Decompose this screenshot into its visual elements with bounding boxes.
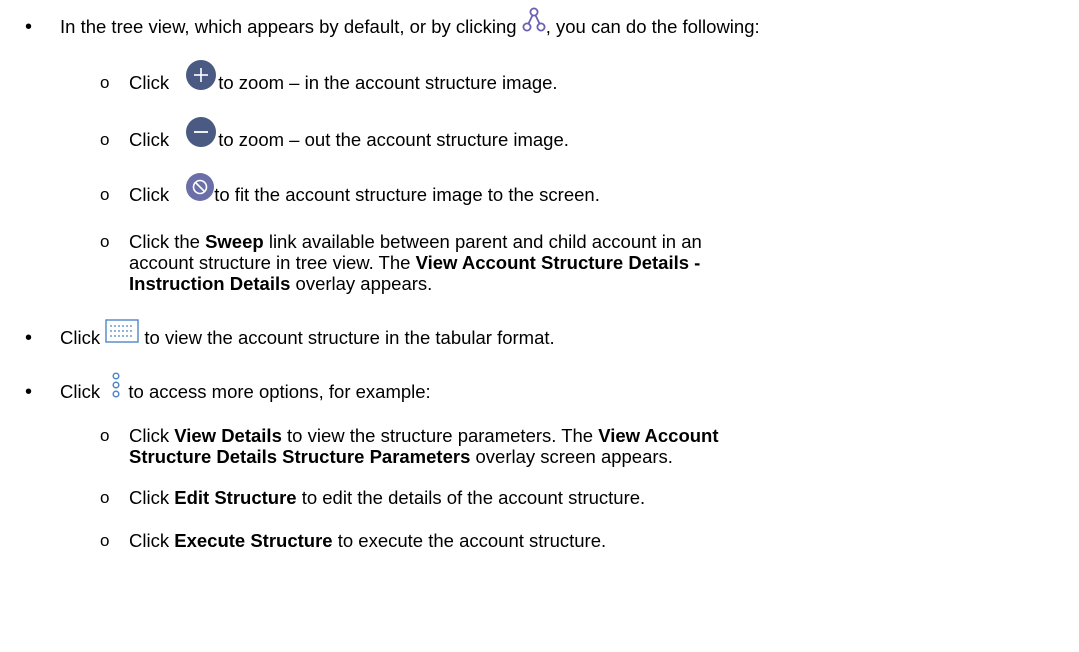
zoom-out-icon[interactable]: [186, 117, 217, 153]
sub-bullet-marker: o: [100, 531, 110, 550]
vd-l1c: to view the structure parameters. The: [281, 425, 599, 446]
tabular-paragraph: Click to view the account structure in t…: [60, 319, 555, 350]
sweep-paragraph-line-3: Instruction Details overlay appears.: [129, 272, 432, 296]
sub-bullet-marker: o: [100, 130, 110, 149]
fit-click: Click: [129, 184, 175, 205]
bullet-marker: •: [25, 381, 33, 403]
vd-l1b: View Details: [174, 425, 282, 446]
bullet-marker: •: [25, 327, 33, 349]
tree-view-text-prefix: In the tree view, which appears by defau…: [60, 16, 522, 37]
sub-bullet-marker: o: [100, 426, 110, 445]
tree-view-icon[interactable]: [522, 7, 546, 39]
vd-l1d: View Account: [598, 425, 719, 446]
tabular-click: Click: [60, 327, 106, 348]
edit-c: to edit the details of the account struc…: [296, 487, 646, 508]
vd-l2b: Structure Details Structure Parameters: [129, 446, 471, 467]
zoom-in-paragraph: Click to zoom – in the account structure…: [129, 60, 558, 96]
sweep-l2a: account structure in tree view. The: [129, 252, 416, 273]
tabular-suffix: to view the account structure in the tab…: [139, 327, 555, 348]
vd-l2c: overlay screen appears.: [470, 446, 673, 467]
bullet-marker: •: [25, 16, 33, 38]
zoom-out-paragraph: Click to zoom – out the account structur…: [129, 117, 569, 153]
zoom-in-icon[interactable]: [186, 60, 217, 96]
more-options-icon[interactable]: [111, 372, 121, 404]
sweep-l3c: overlay appears.: [290, 273, 433, 294]
edit-b: Edit Structure: [174, 487, 297, 508]
edit-a: Click: [129, 487, 175, 508]
sub-bullet-marker: o: [100, 232, 110, 251]
execute-paragraph: Click Execute Structure to execute the a…: [129, 529, 606, 553]
sub-bullet-marker: o: [100, 185, 110, 204]
zoom-in-suffix: to zoom – in the account structure image…: [218, 72, 558, 93]
fit-suffix: to fit the account structure image to th…: [214, 184, 600, 205]
sweep-l1c: link available between parent and child …: [263, 231, 702, 252]
zoom-out-click: Click: [129, 129, 175, 150]
tree-view-text-suffix: , you can do the following:: [545, 16, 760, 37]
view-details-line-2: Structure Details Structure Parameters o…: [129, 445, 673, 469]
edit-paragraph: Click Edit Structure to edit the details…: [129, 486, 645, 510]
more-suffix: to access more options, for example:: [123, 381, 431, 402]
tabular-view-icon[interactable]: [105, 319, 139, 349]
sweep-l1a: Click the: [129, 231, 206, 252]
execute-c: to execute the account structure.: [332, 530, 607, 551]
sweep-l3b: Instruction Details: [129, 273, 291, 294]
vd-l1a: Click: [129, 425, 175, 446]
tree-view-paragraph: In the tree view, which appears by defau…: [60, 7, 760, 39]
sub-bullet-marker: o: [100, 488, 110, 507]
more-click: Click: [60, 381, 106, 402]
sub-bullet-marker: o: [100, 73, 110, 92]
zoom-out-suffix: to zoom – out the account structure imag…: [218, 129, 569, 150]
fit-paragraph: Click to fit the account structure image…: [129, 173, 600, 207]
sweep-l2b: View Account Structure Details -: [415, 252, 701, 273]
sweep-link-label: Sweep: [205, 231, 264, 252]
execute-b: Execute Structure: [174, 530, 333, 551]
execute-a: Click: [129, 530, 175, 551]
more-paragraph: Click to access more options, for exampl…: [60, 372, 431, 404]
zoom-in-click: Click: [129, 72, 175, 93]
fit-screen-icon[interactable]: [186, 173, 215, 207]
